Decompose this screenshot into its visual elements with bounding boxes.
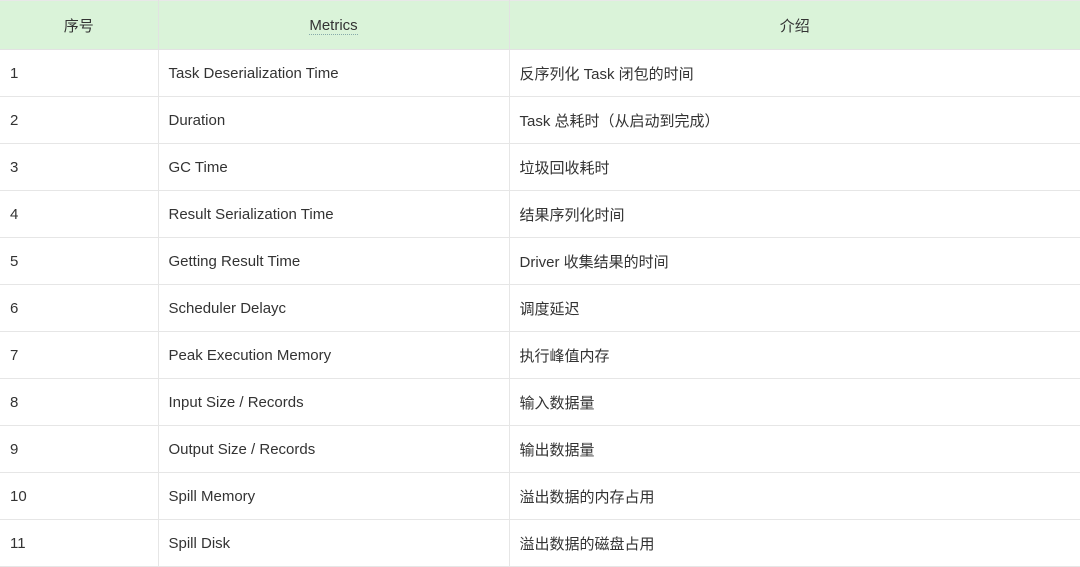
row-index: 8	[0, 378, 159, 426]
row-index: 2	[0, 96, 159, 144]
row-description: 输出数据量	[508, 425, 1080, 473]
row-description: 溢出数据的磁盘占用	[508, 519, 1080, 567]
header-description: 介绍	[508, 0, 1080, 50]
row-metric: Input Size / Records	[157, 378, 510, 426]
row-index: 1	[0, 49, 159, 97]
table-row: 9 Output Size / Records 输出数据量	[0, 425, 1080, 473]
header-metrics: Metrics	[157, 0, 510, 50]
row-metric: Task Deserialization Time	[157, 49, 510, 97]
row-index: 11	[0, 519, 159, 567]
row-description: 调度延迟	[508, 284, 1080, 332]
header-row: 序号 Metrics 介绍	[0, 0, 1080, 50]
row-description: 溢出数据的内存占用	[508, 472, 1080, 520]
row-index: 7	[0, 331, 159, 379]
row-description: 执行峰值内存	[508, 331, 1080, 379]
row-metric: Spill Disk	[157, 519, 510, 567]
row-index: 6	[0, 284, 159, 332]
header-index: 序号	[0, 0, 159, 50]
metrics-table: 序号 Metrics 介绍 1 Task Deserialization Time…	[0, 0, 1080, 567]
header-metrics-label: Metrics	[309, 16, 358, 35]
table-row: 3 GC Time 垃圾回收耗时	[0, 143, 1080, 191]
table-row: 11 Spill Disk 溢出数据的磁盘占用	[0, 519, 1080, 567]
row-metric: Output Size / Records	[157, 425, 510, 473]
table-row: 8 Input Size / Records 输入数据量	[0, 378, 1080, 426]
row-metric: Result Serialization Time	[157, 190, 510, 238]
table-row: 4 Result Serialization Time 结果序列化时间	[0, 190, 1080, 238]
row-description: 反序列化 Task 闭包的时间	[508, 49, 1080, 97]
row-metric: Getting Result Time	[157, 237, 510, 285]
row-description: Task 总耗时（从启动到完成）	[508, 96, 1080, 144]
row-index: 9	[0, 425, 159, 473]
row-description: 垃圾回收耗时	[508, 143, 1080, 191]
row-index: 10	[0, 472, 159, 520]
row-metric: Spill Memory	[157, 472, 510, 520]
row-metric: Duration	[157, 96, 510, 144]
table-row: 10 Spill Memory 溢出数据的内存占用	[0, 472, 1080, 520]
row-index: 4	[0, 190, 159, 238]
table-row: 6 Scheduler Delayc 调度延迟	[0, 284, 1080, 332]
row-description: 结果序列化时间	[508, 190, 1080, 238]
row-index: 3	[0, 143, 159, 191]
row-index: 5	[0, 237, 159, 285]
row-metric: Scheduler Delayc	[157, 284, 510, 332]
table-row: 7 Peak Execution Memory 执行峰值内存	[0, 331, 1080, 379]
row-metric: GC Time	[157, 143, 510, 191]
table-row: 1 Task Deserialization Time 反序列化 Task 闭包的时…	[0, 49, 1080, 97]
row-metric: Peak Execution Memory	[157, 331, 510, 379]
table-row: 2 Duration Task 总耗时（从启动到完成）	[0, 96, 1080, 144]
table-row: 5 Getting Result Time Driver 收集结果的时间	[0, 237, 1080, 285]
row-description: 输入数据量	[508, 378, 1080, 426]
row-description: Driver 收集结果的时间	[508, 237, 1080, 285]
